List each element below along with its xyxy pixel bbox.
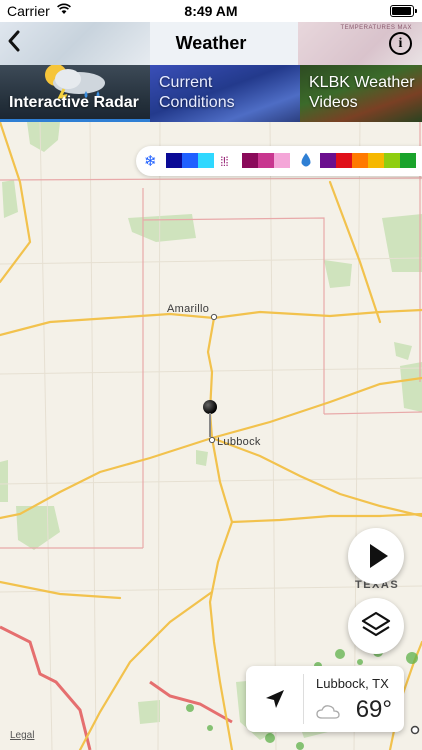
nav-background-text: TEMPERATURES MAX — [340, 25, 412, 31]
page-title: Weather — [175, 33, 247, 53]
city-label-amarillo: Amarillo — [167, 303, 210, 315]
city-dot-san-antonio — [410, 725, 420, 735]
weather-location: Lubbock, TX — [316, 676, 389, 691]
info-button[interactable]: i — [389, 32, 412, 55]
tab-label: KLBK Weather Videos — [309, 73, 422, 113]
legend-swatch — [274, 153, 290, 168]
legal-link[interactable]: Legal — [10, 730, 34, 741]
cloud-icon — [316, 705, 340, 719]
radar-map[interactable]: Amarillo Lubbock TEXAS — [0, 120, 422, 750]
legend-swatch — [320, 153, 336, 168]
tab-label-text: Current Conditions — [159, 74, 235, 111]
tab-label: Current Conditions — [159, 73, 254, 113]
precip-legend: ❄ ⁞!⁞ — [136, 146, 422, 176]
location-pin[interactable] — [203, 400, 217, 437]
weather-temperature: 69° — [355, 696, 392, 723]
snowflake-icon: ❄ — [144, 153, 157, 170]
mixed-precip-icon: ⁞!⁞ — [220, 154, 229, 169]
legend-swatch — [242, 153, 258, 168]
tab-current-conditions[interactable]: Current Conditions — [150, 65, 300, 122]
city-dot-lubbock — [208, 436, 216, 444]
legend-swatch — [368, 153, 384, 168]
battery-fill — [392, 7, 411, 15]
location-arrow-icon — [266, 690, 284, 708]
current-weather-card[interactable]: Lubbock, TX 69° — [246, 666, 404, 732]
raindrop-icon — [300, 152, 312, 172]
battery-icon — [390, 5, 417, 17]
nav-bar: TEMPERATURES MAX Weather i — [0, 22, 422, 65]
legend-swatch — [352, 153, 368, 168]
tab-interactive-radar[interactable]: Interactive Radar — [0, 65, 150, 122]
map-layers-button[interactable] — [348, 598, 404, 654]
legend-swatch — [182, 153, 198, 168]
legend-swatch — [198, 153, 214, 168]
tab-bar: Interactive Radar Current Conditions KLB… — [0, 65, 422, 122]
city-label-lubbock: Lubbock — [217, 436, 261, 448]
legend-swatch — [166, 153, 182, 168]
legend-swatch — [258, 153, 274, 168]
info-icon: i — [398, 36, 403, 51]
map-canvas — [0, 120, 422, 750]
status-bar: Carrier 8:49 AM — [0, 0, 422, 22]
legend-swatch — [384, 153, 400, 168]
card-divider — [303, 674, 304, 724]
play-animation-button[interactable] — [348, 528, 404, 584]
tab-weather-videos[interactable]: KLBK Weather Videos — [300, 65, 422, 122]
play-icon — [370, 544, 388, 568]
pin-stick — [209, 413, 211, 437]
tab-label: Interactive Radar — [9, 94, 139, 111]
status-time: 8:49 AM — [184, 3, 238, 19]
legend-swatch — [400, 153, 416, 168]
layers-icon — [361, 611, 391, 637]
pin-head — [203, 400, 217, 414]
tab-label-text: KLBK Weather Videos — [309, 74, 415, 111]
legend-swatch — [336, 153, 352, 168]
city-dot-amarillo — [210, 313, 218, 321]
